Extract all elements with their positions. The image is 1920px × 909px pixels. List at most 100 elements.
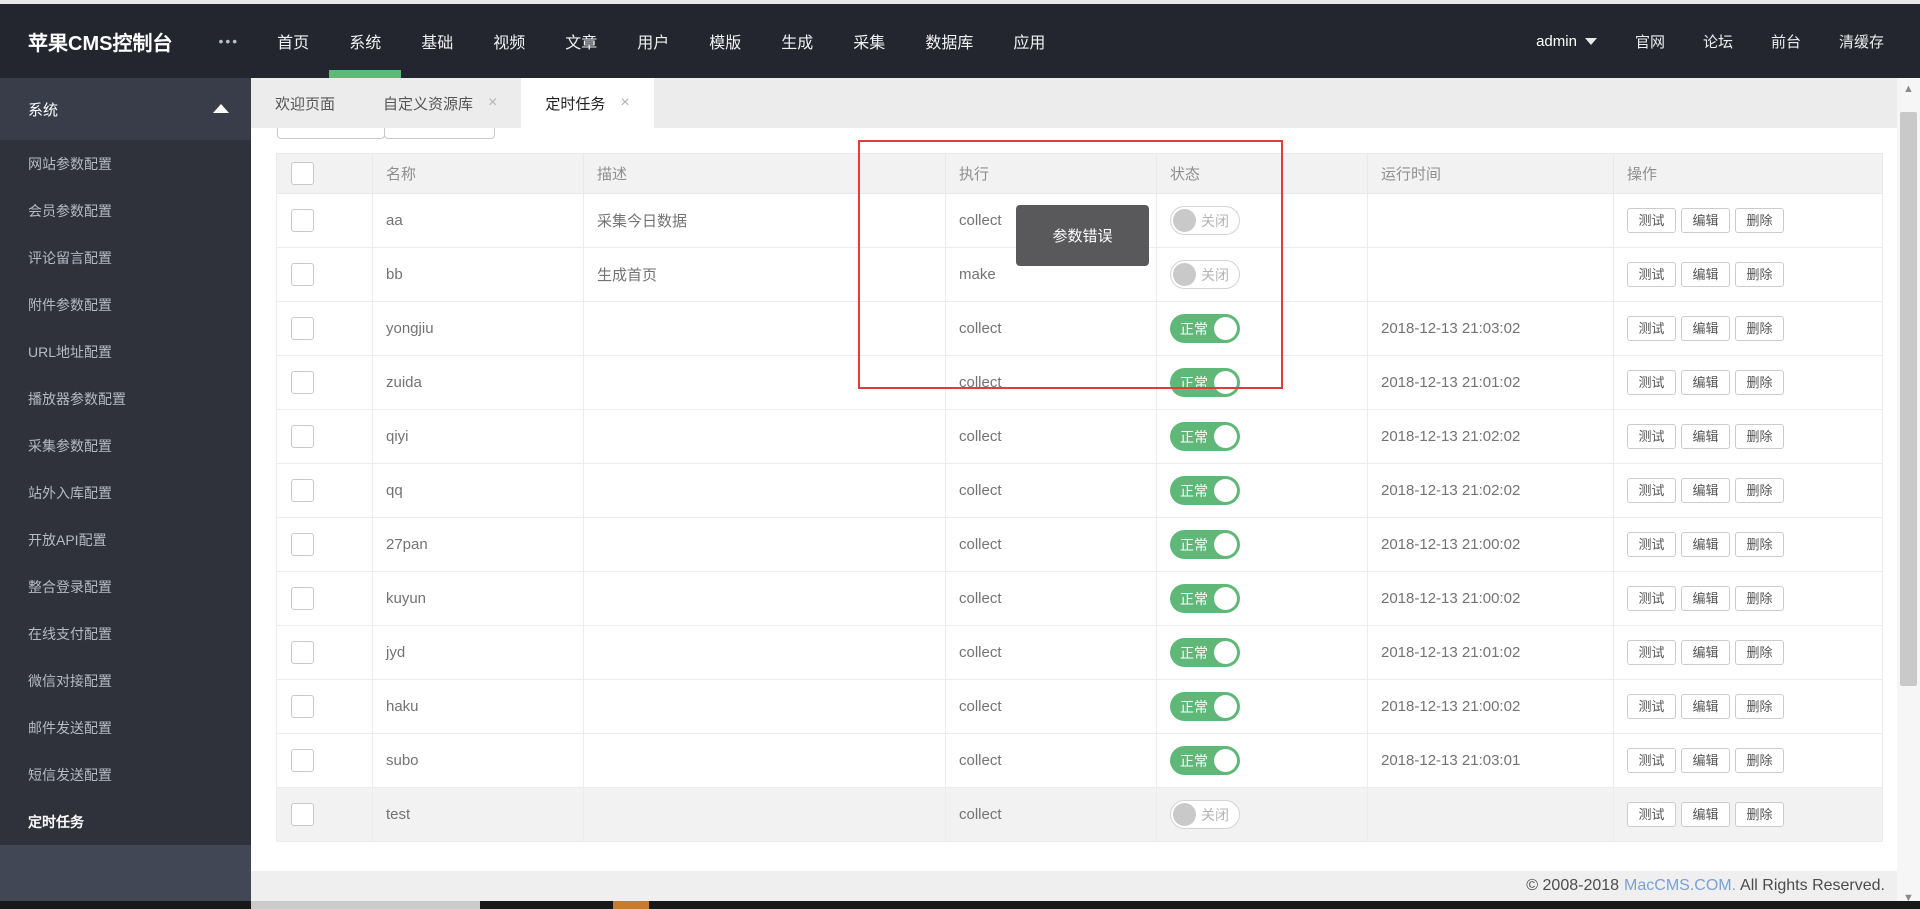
more-menu-icon[interactable]: ••• xyxy=(218,33,239,49)
status-toggle[interactable]: 正常 xyxy=(1170,476,1240,505)
edit-button[interactable]: 编辑 xyxy=(1681,478,1730,503)
edit-button[interactable]: 编辑 xyxy=(1681,802,1730,827)
delete-button[interactable]: 删除 xyxy=(1735,748,1784,773)
row-checkbox[interactable] xyxy=(291,425,314,448)
status-toggle[interactable]: 正常 xyxy=(1170,638,1240,667)
row-checkbox[interactable] xyxy=(291,479,314,502)
sidebar-group-header[interactable]: 系统 xyxy=(0,78,251,140)
nav-item[interactable]: 系统 xyxy=(329,4,401,78)
delete-button[interactable]: 删除 xyxy=(1735,424,1784,449)
delete-button[interactable]: 删除 xyxy=(1735,208,1784,233)
sidebar-item[interactable]: URL地址配置 xyxy=(0,328,251,375)
row-checkbox[interactable] xyxy=(291,533,314,556)
sidebar-item[interactable]: 附件参数配置 xyxy=(0,281,251,328)
nav-item[interactable]: 首页 xyxy=(257,4,329,78)
nav-item[interactable]: 应用 xyxy=(993,4,1065,78)
status-toggle[interactable]: 关闭 xyxy=(1170,260,1240,289)
nav-item[interactable]: 视频 xyxy=(473,4,545,78)
status-toggle[interactable]: 关闭 xyxy=(1170,206,1240,235)
status-toggle[interactable]: 正常 xyxy=(1170,746,1240,775)
sidebar-item[interactable]: 开放API配置 xyxy=(0,516,251,563)
status-toggle[interactable]: 正常 xyxy=(1170,692,1240,721)
nav-item[interactable]: 数据库 xyxy=(905,4,993,78)
edit-button[interactable]: 编辑 xyxy=(1681,208,1730,233)
sidebar-item[interactable]: 采集参数配置 xyxy=(0,422,251,469)
test-button[interactable]: 测试 xyxy=(1627,802,1676,827)
tab[interactable]: 欢迎页面 xyxy=(251,78,359,128)
test-button[interactable]: 测试 xyxy=(1627,424,1676,449)
toolbar-button-cutoff[interactable] xyxy=(277,128,385,139)
delete-button[interactable]: 删除 xyxy=(1735,316,1784,341)
sidebar-item[interactable]: 定时任务 xyxy=(0,798,251,845)
status-toggle[interactable]: 关闭 xyxy=(1170,800,1240,829)
row-checkbox[interactable] xyxy=(291,263,314,286)
row-checkbox[interactable] xyxy=(291,749,314,772)
toolbar-button-cutoff[interactable] xyxy=(384,128,495,139)
test-button[interactable]: 测试 xyxy=(1627,370,1676,395)
test-button[interactable]: 测试 xyxy=(1627,316,1676,341)
edit-button[interactable]: 编辑 xyxy=(1681,586,1730,611)
edit-button[interactable]: 编辑 xyxy=(1681,640,1730,665)
test-button[interactable]: 测试 xyxy=(1627,532,1676,557)
status-toggle[interactable]: 正常 xyxy=(1170,422,1240,451)
test-button[interactable]: 测试 xyxy=(1627,208,1676,233)
nav-item[interactable]: 文章 xyxy=(545,4,617,78)
edit-button[interactable]: 编辑 xyxy=(1681,532,1730,557)
edit-button[interactable]: 编辑 xyxy=(1681,262,1730,287)
close-icon[interactable]: × xyxy=(488,95,497,111)
topbar-link[interactable]: 前台 xyxy=(1771,31,1801,52)
test-button[interactable]: 测试 xyxy=(1627,586,1676,611)
edit-button[interactable]: 编辑 xyxy=(1681,694,1730,719)
delete-button[interactable]: 删除 xyxy=(1735,262,1784,287)
status-toggle[interactable]: 正常 xyxy=(1170,530,1240,559)
sidebar-item[interactable]: 邮件发送配置 xyxy=(0,704,251,751)
scroll-up-icon[interactable]: ▲ xyxy=(1897,80,1920,98)
scrollbar-thumb[interactable] xyxy=(1900,112,1917,686)
topbar-link[interactable]: 清缓存 xyxy=(1839,31,1884,52)
row-checkbox[interactable] xyxy=(291,641,314,664)
sidebar-item[interactable]: 评论留言配置 xyxy=(0,234,251,281)
sidebar-item[interactable]: 播放器参数配置 xyxy=(0,375,251,422)
delete-button[interactable]: 删除 xyxy=(1735,694,1784,719)
test-button[interactable]: 测试 xyxy=(1627,748,1676,773)
row-checkbox[interactable] xyxy=(291,695,314,718)
select-all-checkbox[interactable] xyxy=(291,162,314,185)
edit-button[interactable]: 编辑 xyxy=(1681,316,1730,341)
delete-button[interactable]: 删除 xyxy=(1735,640,1784,665)
tab[interactable]: 定时任务× xyxy=(521,78,653,128)
user-menu[interactable]: admin xyxy=(1536,33,1597,50)
sidebar-item[interactable]: 网站参数配置 xyxy=(0,140,251,187)
row-checkbox[interactable] xyxy=(291,209,314,232)
sidebar-item[interactable]: 整合登录配置 xyxy=(0,563,251,610)
sidebar-item[interactable]: 微信对接配置 xyxy=(0,657,251,704)
vertical-scrollbar[interactable]: ▲ ▼ xyxy=(1897,78,1920,909)
sidebar-item[interactable]: 会员参数配置 xyxy=(0,187,251,234)
delete-button[interactable]: 删除 xyxy=(1735,370,1784,395)
edit-button[interactable]: 编辑 xyxy=(1681,424,1730,449)
test-button[interactable]: 测试 xyxy=(1627,640,1676,665)
sidebar-item[interactable]: 短信发送配置 xyxy=(0,751,251,798)
delete-button[interactable]: 删除 xyxy=(1735,802,1784,827)
topbar-link[interactable]: 官网 xyxy=(1635,31,1665,52)
nav-item[interactable]: 用户 xyxy=(617,4,689,78)
sidebar-item[interactable]: 在线支付配置 xyxy=(0,610,251,657)
edit-button[interactable]: 编辑 xyxy=(1681,748,1730,773)
footer-link[interactable]: MacCMS.COM. xyxy=(1624,877,1736,895)
status-toggle[interactable]: 正常 xyxy=(1170,368,1240,397)
sidebar-item[interactable]: 站外入库配置 xyxy=(0,469,251,516)
row-checkbox[interactable] xyxy=(291,317,314,340)
nav-item[interactable]: 基础 xyxy=(401,4,473,78)
status-toggle[interactable]: 正常 xyxy=(1170,584,1240,613)
row-checkbox[interactable] xyxy=(291,587,314,610)
row-checkbox[interactable] xyxy=(291,803,314,826)
test-button[interactable]: 测试 xyxy=(1627,478,1676,503)
row-checkbox[interactable] xyxy=(291,371,314,394)
topbar-link[interactable]: 论坛 xyxy=(1703,31,1733,52)
tab[interactable]: 自定义资源库× xyxy=(359,78,521,128)
nav-item[interactable]: 采集 xyxy=(833,4,905,78)
test-button[interactable]: 测试 xyxy=(1627,262,1676,287)
status-toggle[interactable]: 正常 xyxy=(1170,314,1240,343)
close-icon[interactable]: × xyxy=(620,95,629,111)
delete-button[interactable]: 删除 xyxy=(1735,532,1784,557)
delete-button[interactable]: 删除 xyxy=(1735,586,1784,611)
